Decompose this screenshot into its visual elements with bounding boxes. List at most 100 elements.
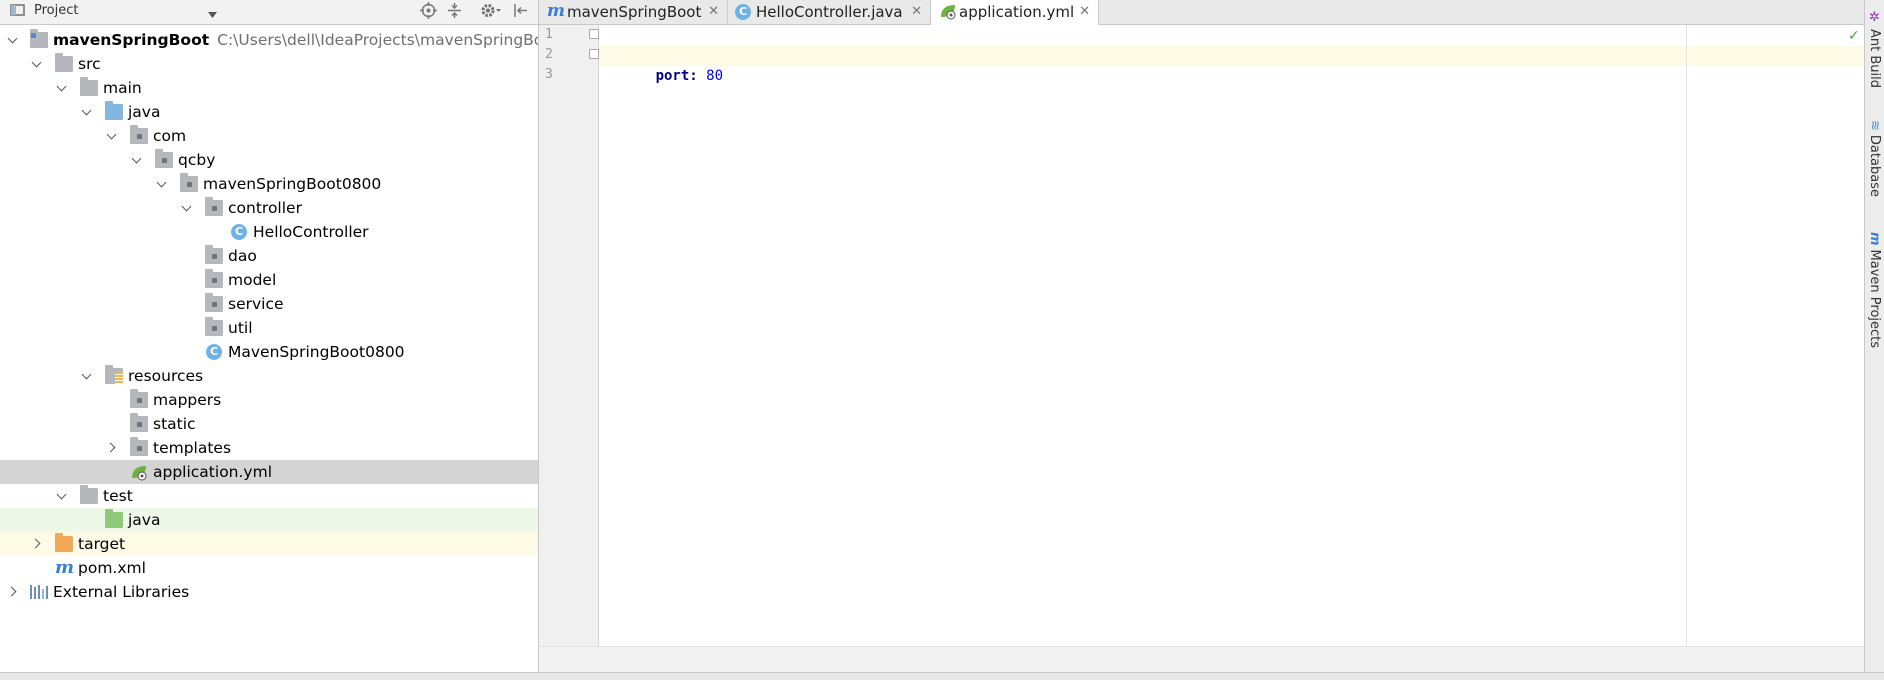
tree-row-package-main[interactable]: mavenSpringBoot0800: [0, 172, 538, 196]
tree-label: main: [103, 79, 142, 97]
expand-arrow-icon[interactable]: [80, 100, 96, 124]
tree-row-static[interactable]: static: [0, 412, 538, 436]
collapse-arrow-icon[interactable]: [6, 580, 22, 604]
project-path: C:\Users\dell\IdeaProjects\mavenSpringBo…: [217, 31, 539, 49]
tree-label: dao: [228, 247, 257, 265]
tree-row-qcby[interactable]: qcby: [0, 148, 538, 172]
expand-arrow-icon[interactable]: [180, 196, 196, 220]
line-number: 2: [545, 47, 553, 62]
tree-row-controller[interactable]: controller: [0, 196, 538, 220]
maven-icon: m: [55, 557, 75, 578]
tree-row-external-libraries[interactable]: External Libraries: [0, 580, 538, 604]
code-line-current[interactable]: port: 80: [599, 46, 1864, 84]
project-view-icon: [10, 3, 26, 21]
close-icon[interactable]: ✕: [1079, 0, 1090, 24]
expand-arrow-icon[interactable]: [55, 76, 71, 100]
tree-label: mavenSpringBoot0800: [203, 175, 382, 193]
collapse-arrow-icon[interactable]: [30, 532, 46, 556]
database-tool[interactable]: ≋ Database: [1867, 120, 1882, 197]
folder-icon: [130, 437, 148, 456]
tool-label: Maven Projects: [1867, 249, 1882, 349]
expand-arrow-icon[interactable]: [105, 124, 121, 148]
close-icon[interactable]: ✕: [911, 0, 922, 24]
expand-arrow-icon[interactable]: [55, 484, 71, 508]
maven-projects-tool[interactable]: m Maven Projects: [1867, 232, 1882, 348]
folder-icon: [80, 77, 98, 96]
tree-row-service[interactable]: service: [0, 292, 538, 316]
tree-row-dao[interactable]: dao: [0, 244, 538, 268]
locate-icon[interactable]: [420, 2, 437, 23]
tree-row-main[interactable]: main: [0, 76, 538, 100]
code-line[interactable]: [599, 66, 1864, 86]
fold-marker-icon[interactable]: [589, 49, 599, 59]
library-icon: [30, 585, 48, 599]
editor-scrollbar-area[interactable]: [539, 646, 1864, 673]
code-line[interactable]: server:: [599, 26, 1864, 64]
tree-label: util: [228, 319, 253, 337]
tree-row-model[interactable]: model: [0, 268, 538, 292]
editor-tabs: m mavenSpringBoot ✕ C HelloController.ja…: [539, 0, 1864, 25]
line-number: 3: [545, 67, 553, 82]
hide-panel-icon[interactable]: [512, 2, 529, 23]
tree-label: resources: [128, 367, 204, 385]
tree-label: MavenSpringBoot0800: [228, 343, 405, 361]
package-icon: [155, 149, 173, 168]
tree-row-hello-controller[interactable]: C HelloController: [0, 220, 538, 244]
tree-row-util[interactable]: util: [0, 316, 538, 340]
resources-folder-icon: [105, 365, 123, 384]
tree-label: java: [128, 511, 161, 529]
tree-row-test[interactable]: test: [0, 484, 538, 508]
folder-icon: [55, 53, 73, 72]
expand-arrow-icon[interactable]: [80, 364, 96, 388]
tree-row-pom[interactable]: m pom.xml: [0, 556, 538, 580]
tree-label: static: [153, 415, 196, 433]
tab-label: mavenSpringBoot: [567, 3, 702, 21]
tree-row-project-root[interactable]: mavenSpringBoot C:\Users\dell\IdeaProject…: [0, 28, 538, 52]
close-icon[interactable]: ✕: [708, 0, 719, 24]
project-panel-header: Project: [0, 0, 538, 25]
project-panel-title[interactable]: Project: [34, 3, 78, 18]
tree-row-src[interactable]: src: [0, 52, 538, 76]
maven-icon: m: [1867, 232, 1882, 246]
fold-marker-icon[interactable]: [589, 29, 599, 39]
package-icon: [205, 245, 223, 264]
expand-arrow-icon[interactable]: [155, 172, 171, 196]
spring-icon: [939, 3, 957, 27]
code-editor[interactable]: server: port: 80: [599, 25, 1864, 646]
right-tool-stripe: ✲ Ant Build ≋ Database m Maven Projects: [1864, 0, 1884, 672]
package-icon: [180, 173, 198, 192]
tab-hellocontroller[interactable]: C HelloController.java ✕: [728, 0, 931, 24]
expand-arrow-icon[interactable]: [6, 28, 22, 52]
view-dropdown-icon[interactable]: [208, 5, 218, 23]
tool-label: Ant Build: [1867, 29, 1882, 88]
expand-arrow-icon[interactable]: [130, 148, 146, 172]
project-tree: mavenSpringBoot C:\Users\dell\IdeaProject…: [0, 28, 538, 604]
maven-icon: m: [547, 1, 565, 21]
tab-mavenspringboot[interactable]: m mavenSpringBoot ✕: [539, 0, 728, 24]
ant-icon: ✲: [1867, 10, 1882, 25]
ant-build-tool[interactable]: ✲ Ant Build: [1867, 10, 1882, 88]
gear-icon[interactable]: [480, 2, 502, 23]
editor-gutter[interactable]: 1 2 3: [539, 25, 599, 646]
folder-icon: [80, 485, 98, 504]
tree-row-templates[interactable]: templates: [0, 436, 538, 460]
inspection-ok-icon[interactable]: ✓: [1848, 28, 1860, 44]
project-panel: Project mavenSpringBoot C:\Users\dell\Ide…: [0, 0, 539, 672]
tab-application-yml[interactable]: application.yml ✕: [931, 0, 1099, 25]
tree-row-java-sources[interactable]: java: [0, 100, 538, 124]
tree-row-application-yml[interactable]: application.yml: [0, 460, 538, 484]
collapse-all-icon[interactable]: [446, 2, 463, 23]
tree-row-application-class[interactable]: C MavenSpringBoot0800: [0, 340, 538, 364]
tree-row-resources[interactable]: resources: [0, 364, 538, 388]
tree-label: pom.xml: [78, 559, 146, 577]
tree-row-target[interactable]: target: [0, 532, 538, 556]
collapse-arrow-icon[interactable]: [105, 436, 121, 460]
tool-label: Database: [1867, 134, 1882, 197]
excluded-folder-icon: [55, 533, 73, 552]
tree-row-mappers[interactable]: mappers: [0, 388, 538, 412]
tree-row-com[interactable]: com: [0, 124, 538, 148]
package-icon: [205, 293, 223, 312]
package-icon: [205, 317, 223, 336]
tree-row-java-tests[interactable]: java: [0, 508, 538, 532]
expand-arrow-icon[interactable]: [30, 52, 46, 76]
